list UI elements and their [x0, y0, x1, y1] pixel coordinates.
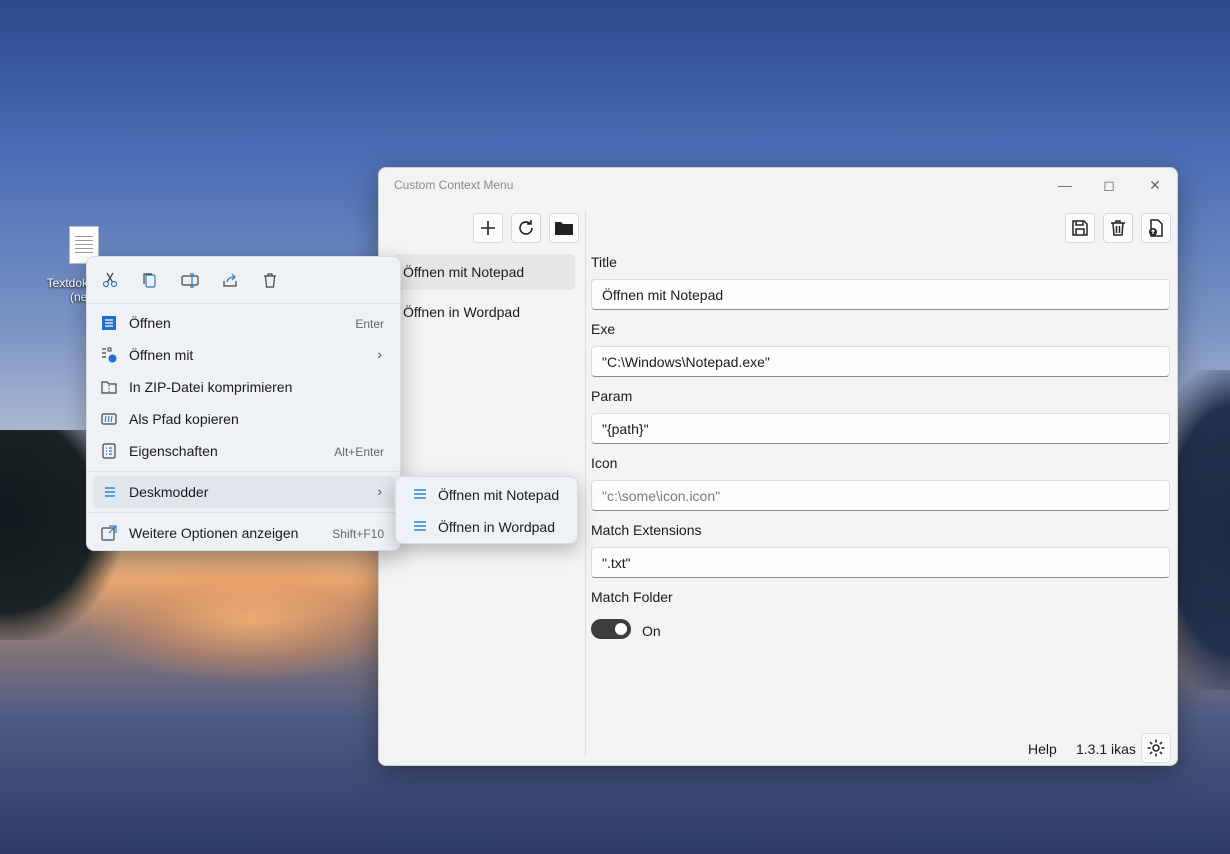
plus-icon [481, 221, 495, 235]
refresh-button[interactable] [511, 213, 541, 243]
properties-icon [102, 443, 116, 459]
sidebar-item-label: Öffnen in Wordpad [403, 304, 521, 320]
menu-item-copy-path[interactable]: Als Pfad kopieren [93, 403, 394, 435]
menu-item-more-options[interactable]: Weitere Optionen anzeigen Shift+F10 [93, 517, 394, 549]
rename-icon [181, 273, 199, 288]
match-extensions-label: Match Extensions [591, 522, 702, 538]
cut-button[interactable] [98, 270, 122, 290]
refresh-icon [519, 220, 533, 235]
share-icon [223, 273, 237, 287]
settings-button[interactable] [1141, 733, 1171, 763]
context-menu: Öffnen Enter Öffnen mit › In ZIP-Datei k… [86, 256, 401, 551]
menu-item-label: Als Pfad kopieren [129, 411, 239, 427]
file-upload-icon [1149, 219, 1163, 237]
app-window: Custom Context Menu — ◻ ✕ Öffnen mit Not… [378, 167, 1178, 766]
scissors-icon [102, 272, 118, 288]
menu-item-label: In ZIP-Datei komprimieren [129, 379, 293, 395]
trash-icon [1111, 220, 1125, 236]
menu-item-shortcut: Enter [355, 317, 384, 331]
menu-item-deskmodder[interactable]: Deskmodder › [93, 476, 394, 508]
match-folder-label: Match Folder [591, 589, 673, 605]
rename-button[interactable] [178, 270, 202, 290]
open-folder-button[interactable] [549, 213, 579, 243]
export-button[interactable] [1141, 213, 1171, 243]
icon-label: Icon [591, 455, 618, 471]
param-input[interactable] [591, 413, 1170, 444]
maximize-button[interactable]: ◻ [1095, 173, 1123, 197]
window-title: Custom Context Menu [394, 178, 514, 192]
match-folder-toggle[interactable] [591, 619, 631, 639]
menu-item-label: Öffnen [129, 315, 171, 331]
submenu-item-wordpad[interactable]: Öffnen in Wordpad [400, 512, 573, 542]
menu-separator [87, 471, 400, 472]
delete-file-button[interactable] [258, 270, 282, 290]
title-bar[interactable]: Custom Context Menu — ◻ ✕ [379, 168, 1177, 202]
chevron-right-icon: › [377, 483, 382, 499]
copy-button[interactable] [138, 270, 162, 290]
save-icon [1072, 220, 1088, 236]
menu-item-zip[interactable]: In ZIP-Datei komprimieren [93, 371, 394, 403]
menu-item-label: Öffnen mit [129, 347, 194, 363]
open-with-icon [102, 347, 117, 363]
help-link[interactable]: Help [1028, 741, 1057, 757]
menu-item-label: Weitere Optionen anzeigen [129, 525, 299, 541]
save-button[interactable] [1065, 213, 1095, 243]
add-button[interactable] [473, 213, 503, 243]
menu-item-properties[interactable]: Eigenschaften Alt+Enter [93, 435, 394, 467]
menu-separator [87, 303, 400, 304]
submenu-item-notepad[interactable]: Öffnen mit Notepad [400, 480, 573, 510]
more-options-icon [101, 525, 117, 541]
menu-item-open[interactable]: Öffnen Enter [93, 307, 394, 339]
icon-input[interactable] [591, 480, 1170, 511]
menu-item-open-with[interactable]: Öffnen mit › [93, 339, 394, 371]
match-extensions-input[interactable] [591, 547, 1170, 578]
menu-item-label: Eigenschaften [129, 443, 218, 459]
submenu-item-label: Öffnen in Wordpad [438, 519, 556, 535]
menu-item-shortcut: Shift+F10 [332, 527, 384, 541]
folder-icon [555, 222, 573, 235]
sunset-glow [90, 560, 410, 680]
copy-icon [143, 273, 156, 288]
copy-path-icon [101, 413, 117, 425]
delete-button[interactable] [1103, 213, 1133, 243]
param-label: Param [591, 388, 633, 404]
menu-item-label: Deskmodder [129, 484, 209, 500]
exe-input[interactable] [591, 346, 1170, 377]
sidebar-item-wordpad[interactable]: Öffnen in Wordpad [393, 294, 575, 330]
close-button[interactable]: ✕ [1141, 173, 1169, 197]
title-input[interactable] [591, 279, 1170, 310]
share-button[interactable] [218, 270, 242, 290]
gear-icon [1147, 739, 1165, 757]
deskmodder-submenu: Öffnen mit Notepad Öffnen in Wordpad [395, 476, 578, 544]
sidebar-item-label: Öffnen mit Notepad [403, 264, 525, 280]
list-icon [414, 521, 426, 533]
menu-separator [87, 512, 400, 513]
list-icon [414, 489, 426, 501]
notepad-icon [102, 316, 116, 330]
menu-item-shortcut: Alt+Enter [334, 445, 384, 459]
trash-icon [264, 273, 276, 288]
sidebar-item-notepad[interactable]: Öffnen mit Notepad [393, 254, 575, 290]
exe-label: Exe [591, 321, 616, 337]
zip-folder-icon [101, 381, 117, 394]
minimize-button[interactable]: — [1051, 173, 1079, 197]
list-icon [105, 487, 115, 497]
title-label: Title [591, 254, 617, 270]
panel-divider [585, 210, 586, 757]
chevron-right-icon: › [377, 346, 382, 362]
match-folder-state: On [642, 623, 661, 639]
version-text: 1.3.1 ikas [1076, 741, 1136, 757]
submenu-item-label: Öffnen mit Notepad [438, 487, 560, 503]
